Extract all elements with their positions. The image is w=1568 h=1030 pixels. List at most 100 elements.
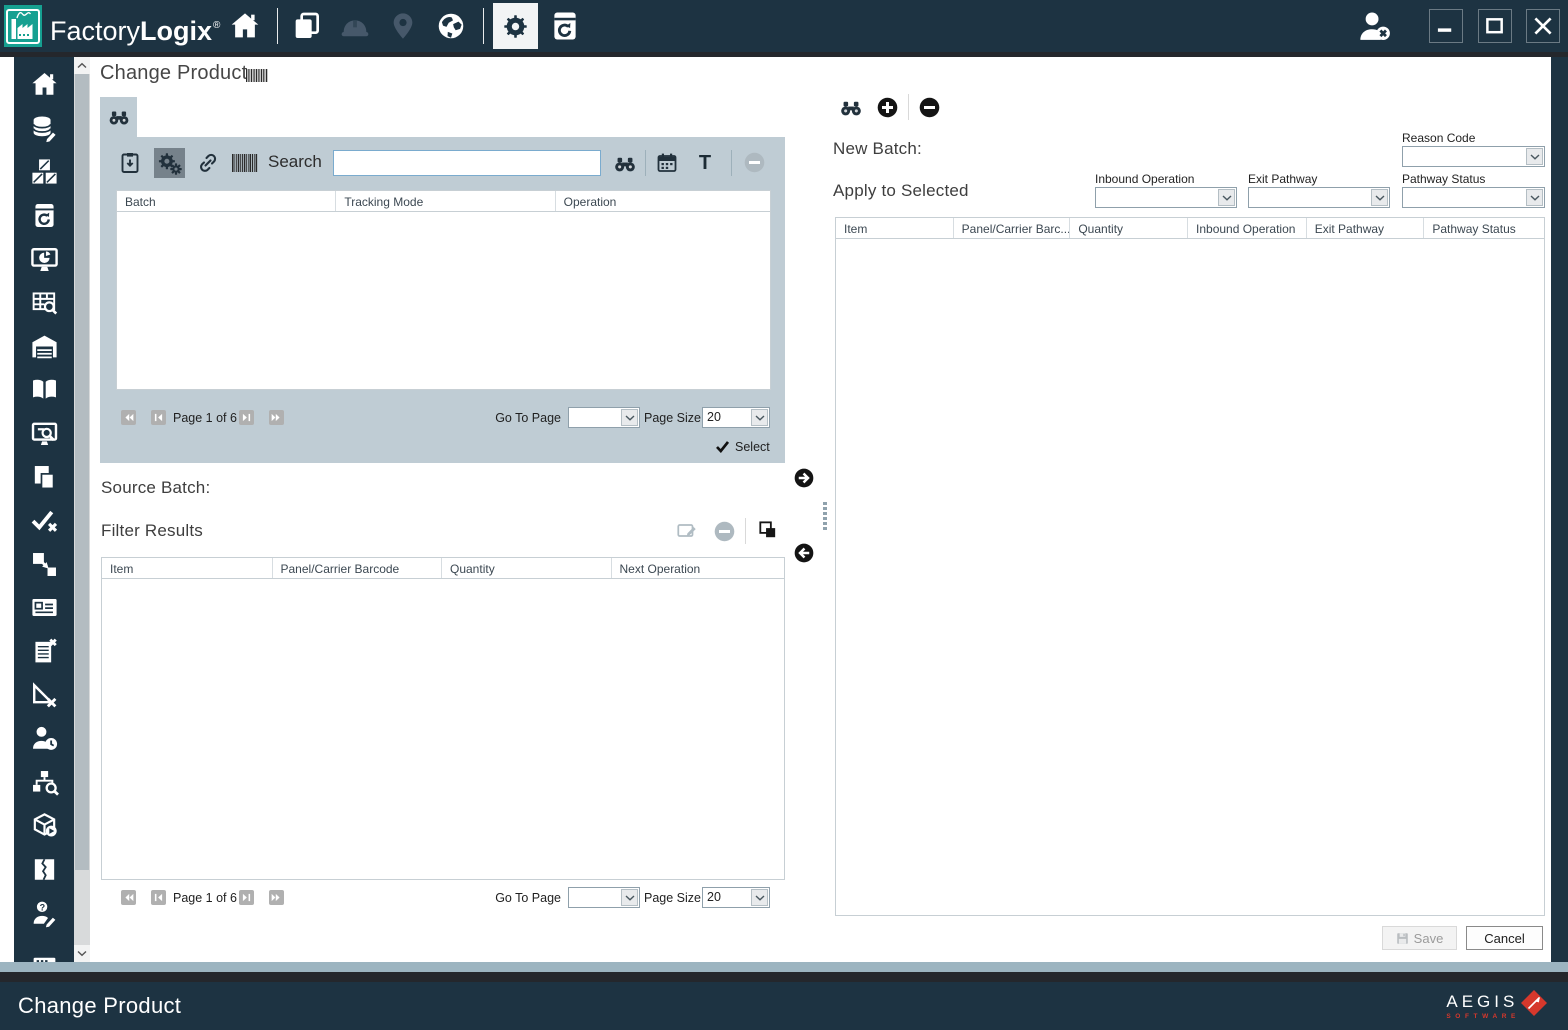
sidebar-item-monitor-search[interactable] — [14, 412, 74, 456]
first-page-button[interactable] — [121, 410, 136, 425]
sidebar-item-id-card[interactable] — [14, 586, 74, 630]
sidebar-item-window-partial[interactable] — [14, 935, 74, 962]
scroll-up-button[interactable] — [74, 57, 90, 74]
sidebar-item-table-search[interactable] — [14, 281, 74, 325]
sidebar-item-person-question[interactable]: ? — [14, 891, 74, 935]
sidebar-item-dashboard-monitor[interactable] — [14, 237, 74, 281]
sidebar-item-box-forward[interactable] — [14, 804, 74, 848]
sidebar-item-pallets[interactable] — [14, 150, 74, 194]
column-header[interactable]: Quantity — [442, 558, 612, 578]
scrollbar-thumb[interactable] — [75, 74, 89, 870]
column-header[interactable]: Quantity — [1070, 218, 1189, 238]
column-header[interactable]: Item — [836, 218, 954, 238]
column-header[interactable]: Exit Pathway — [1307, 218, 1425, 238]
production-hardhat-icon[interactable] — [339, 10, 371, 42]
sidebar-item-warehouse[interactable] — [14, 325, 74, 369]
search-binoculars-icon[interactable] — [613, 153, 637, 174]
text-filter-icon[interactable]: T — [695, 150, 715, 176]
globe-icon[interactable] — [435, 10, 467, 42]
column-header[interactable]: Next Operation — [612, 558, 784, 578]
previous-page-button[interactable] — [151, 890, 166, 905]
sidebar-item-torn-document[interactable] — [14, 848, 74, 892]
transfer-item-icon — [30, 550, 59, 579]
select-button[interactable]: Select — [716, 440, 770, 454]
scroll-down-button[interactable] — [74, 945, 90, 962]
chevron-down-icon[interactable] — [1218, 189, 1235, 206]
column-header[interactable]: Batch — [117, 191, 337, 211]
database-edit-icon — [30, 114, 59, 143]
tab-search[interactable] — [100, 97, 137, 137]
column-header[interactable]: Item — [102, 558, 273, 578]
inbound-operation-select[interactable] — [1095, 187, 1237, 208]
chevron-down-icon[interactable] — [621, 889, 638, 906]
move-left-button[interactable] — [794, 543, 814, 563]
pathway-status-select[interactable] — [1402, 187, 1545, 208]
location-pin-icon[interactable] — [387, 10, 419, 42]
page-size-select[interactable]: 20 — [702, 887, 770, 908]
table-search-icon — [30, 288, 59, 317]
goto-page-select[interactable] — [568, 887, 640, 908]
last-page-button[interactable] — [269, 410, 284, 425]
select-all-copy-icon[interactable] — [756, 519, 779, 542]
sidebar-item-documents[interactable] — [14, 455, 74, 499]
cancel-button[interactable]: Cancel — [1466, 926, 1543, 950]
monitor-search-icon — [30, 419, 59, 448]
torn-document-icon — [30, 855, 59, 884]
chevron-down-icon[interactable] — [1526, 148, 1543, 165]
next-page-button[interactable] — [239, 410, 254, 425]
clipboard-export-icon[interactable] — [118, 151, 142, 175]
sidebar-scrollbar[interactable] — [74, 57, 90, 962]
barcode-scan-icon[interactable] — [232, 154, 258, 172]
chevron-down-icon[interactable] — [621, 409, 638, 426]
previous-page-button[interactable] — [151, 410, 166, 425]
history-icon[interactable] — [548, 9, 582, 43]
chevron-down-icon[interactable] — [751, 409, 768, 426]
reason-code-select[interactable] — [1402, 146, 1545, 167]
sidebar-item-database-edit[interactable] — [14, 107, 74, 151]
home-icon[interactable] — [229, 10, 261, 42]
splitter-handle[interactable] — [823, 502, 827, 530]
next-page-button[interactable] — [239, 890, 254, 905]
remove-icon[interactable] — [919, 97, 940, 118]
find-binoculars-icon[interactable] — [839, 97, 863, 118]
sidebar-item-measure-remove[interactable] — [14, 673, 74, 717]
calendar-icon[interactable] — [655, 151, 679, 175]
sidebar-item-open-book[interactable] — [14, 368, 74, 412]
column-header[interactable]: Inbound Operation — [1188, 218, 1307, 238]
save-button[interactable]: Save — [1382, 926, 1457, 950]
chevron-down-icon[interactable] — [1526, 189, 1543, 206]
filter-table-body — [101, 579, 785, 880]
barcode-icon[interactable] — [246, 69, 268, 82]
page-size-select[interactable]: 20 — [702, 407, 770, 428]
sidebar-item-verify-check[interactable] — [14, 499, 74, 543]
link-icon[interactable] — [196, 151, 220, 175]
exit-pathway-select[interactable] — [1248, 187, 1390, 208]
sidebar-item-hierarchy-search[interactable] — [14, 761, 74, 805]
column-header[interactable]: Tracking Mode — [336, 191, 556, 211]
gears-options-icon[interactable] — [154, 148, 185, 178]
add-icon[interactable] — [877, 97, 898, 118]
sidebar-item-home[interactable] — [14, 63, 74, 107]
column-header[interactable]: Operation — [556, 191, 770, 211]
close-button[interactable] — [1526, 9, 1560, 43]
logout-user-icon[interactable] — [1356, 8, 1394, 44]
sidebar-item-history-document[interactable] — [14, 194, 74, 238]
sidebar-item-transfer-item[interactable] — [14, 543, 74, 587]
move-right-button[interactable] — [794, 468, 814, 488]
sidebar-item-checklist-remove[interactable] — [14, 630, 74, 674]
minimize-button[interactable] — [1429, 9, 1463, 43]
column-header[interactable]: Panel/Carrier Barc... — [954, 218, 1071, 238]
first-page-button[interactable] — [121, 890, 136, 905]
column-header[interactable]: Panel/Carrier Barcode — [273, 558, 442, 578]
dashboard-monitor-icon — [30, 245, 59, 274]
search-input[interactable] — [333, 150, 601, 176]
settings-gear-icon[interactable] — [493, 3, 538, 49]
column-header[interactable]: Pathway Status — [1424, 218, 1544, 238]
last-page-button[interactable] — [269, 890, 284, 905]
documents-icon[interactable] — [291, 10, 323, 42]
chevron-down-icon[interactable] — [1371, 189, 1388, 206]
maximize-button[interactable] — [1478, 9, 1512, 43]
sidebar-item-person-time[interactable] — [14, 717, 74, 761]
chevron-down-icon[interactable] — [751, 889, 768, 906]
goto-page-select[interactable] — [568, 407, 640, 428]
